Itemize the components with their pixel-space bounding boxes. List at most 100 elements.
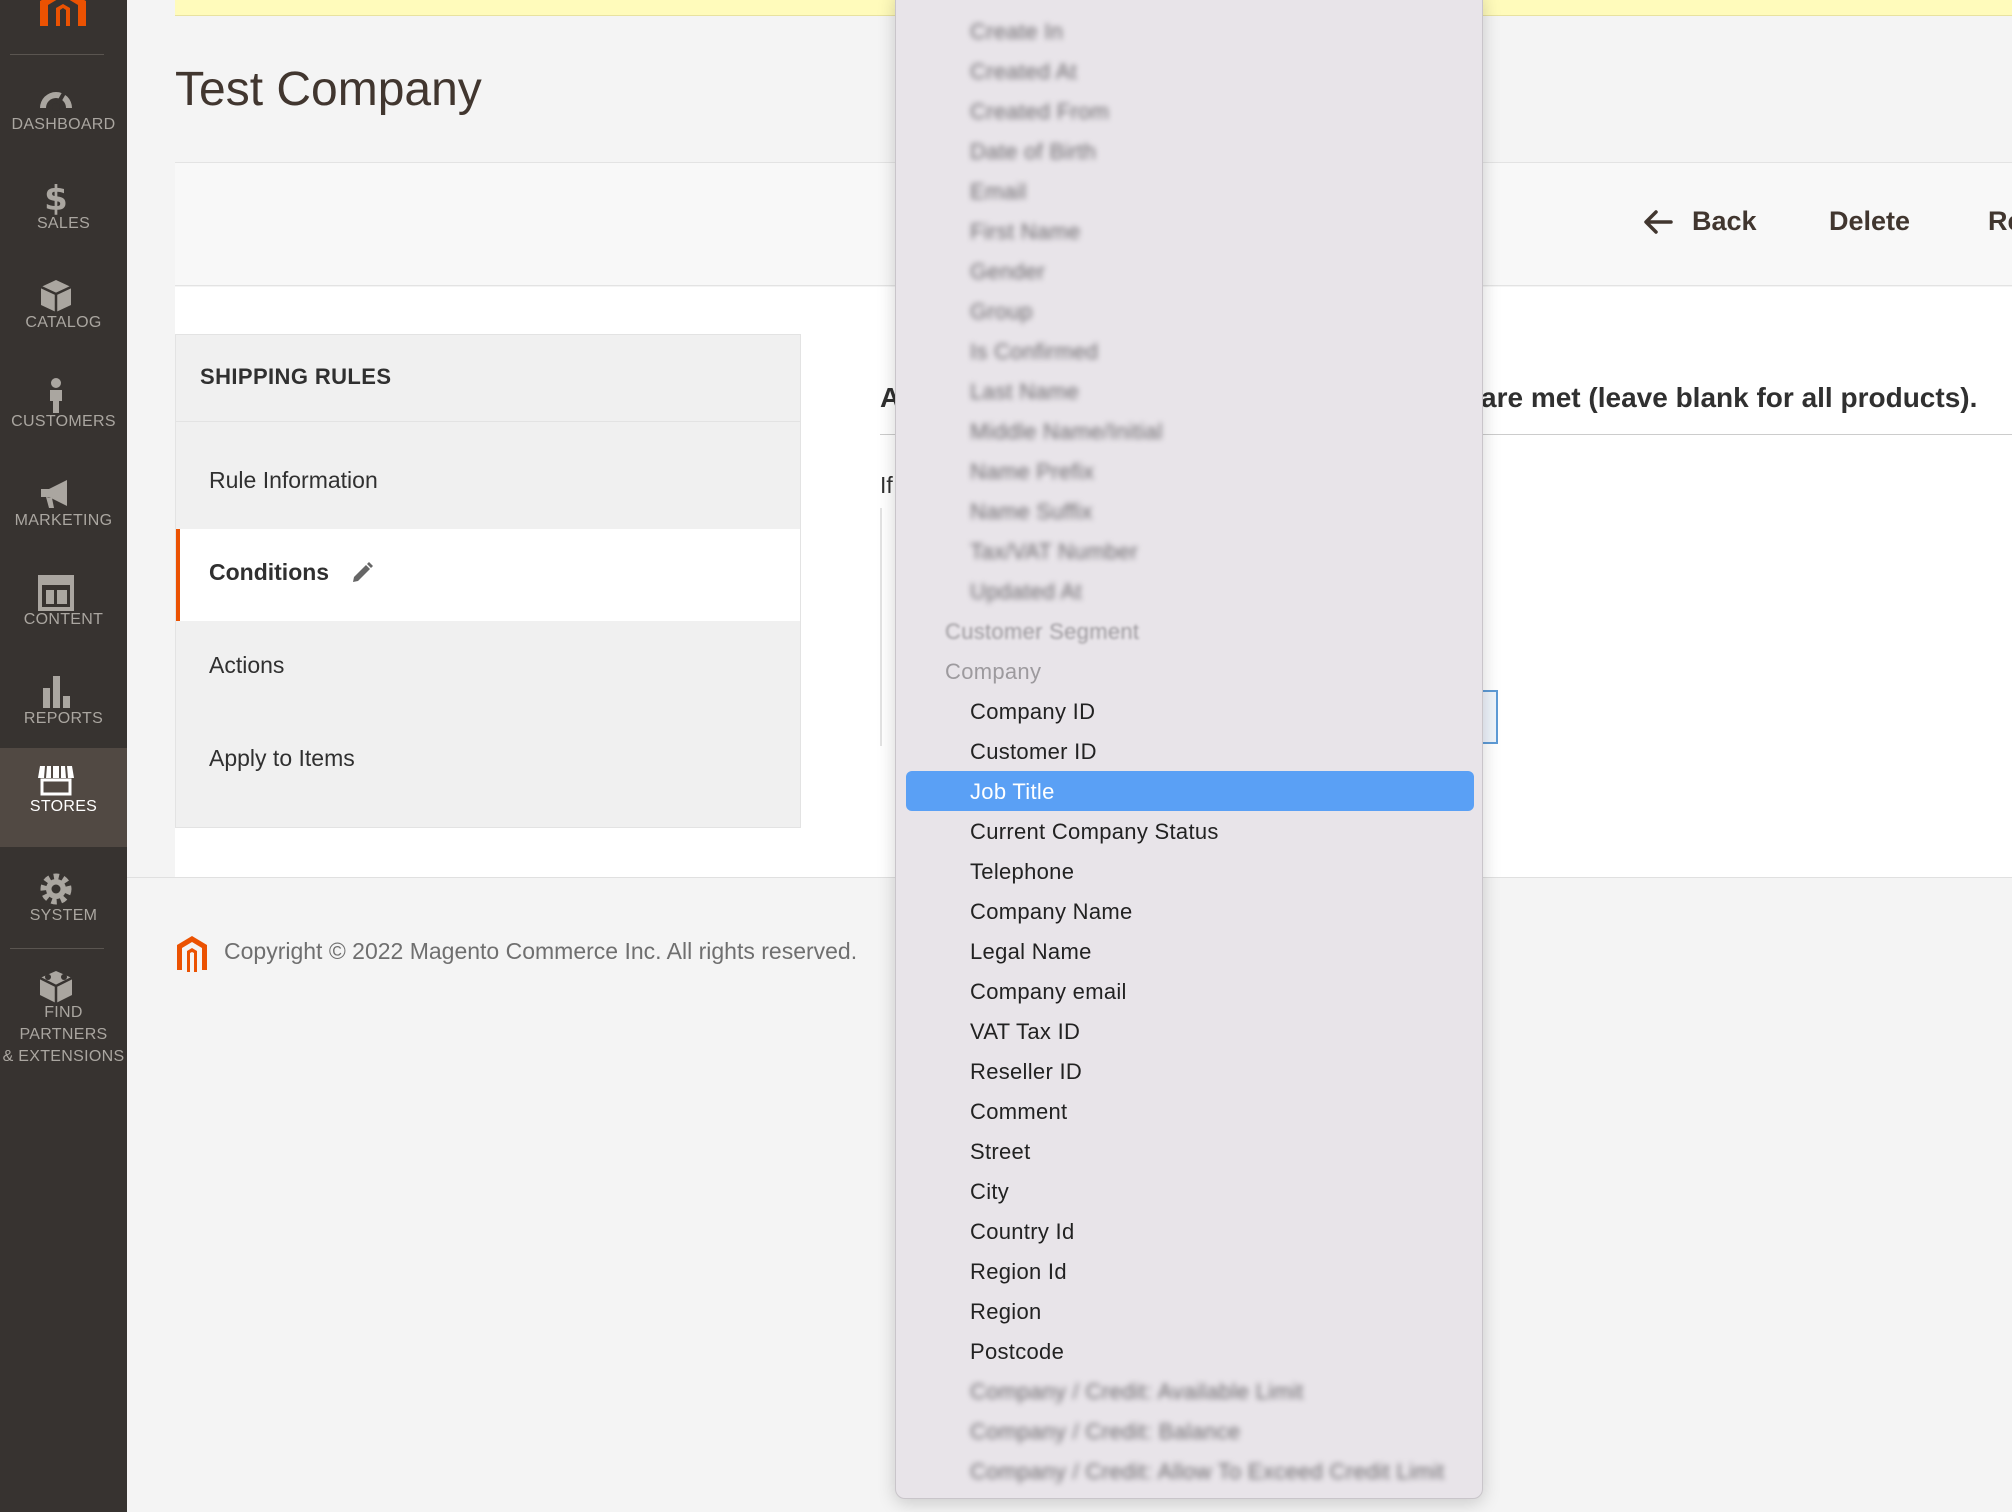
dropdown-option-label: Updated At xyxy=(970,579,1082,604)
dropdown-option[interactable]: Customer ID xyxy=(896,731,1482,771)
copyright-text: Copyright © 2022 Magento Commerce Inc. A… xyxy=(224,938,858,964)
nav-label: CATALOG xyxy=(25,314,102,331)
dropdown-option[interactable]: Tax/VAT Number xyxy=(896,531,1482,571)
dropdown-option[interactable]: Gender xyxy=(896,251,1482,291)
dropdown-option[interactable]: Region xyxy=(896,1291,1482,1331)
dropdown-option-label: VAT Tax ID xyxy=(970,1019,1081,1044)
dropdown-option[interactable]: VAT Tax ID xyxy=(896,1011,1482,1051)
nav-label-line: & EXTENSIONS xyxy=(2,1048,125,1065)
dashboard-icon xyxy=(40,92,72,111)
dropdown-option-label: Comment xyxy=(970,1099,1068,1124)
nav-label: FIND PARTNERS & EXTENSIONS xyxy=(0,1002,127,1068)
dropdown-option-label: Country Id xyxy=(970,1219,1075,1244)
dropdown-option[interactable]: Company email xyxy=(896,971,1482,1011)
dropdown-option[interactable]: Created From xyxy=(896,91,1482,131)
dollar-icon: $ xyxy=(44,179,68,215)
dropdown-option-label: Telephone xyxy=(970,859,1075,884)
dropdown-option[interactable]: Country Id xyxy=(896,1211,1482,1251)
dropdown-option[interactable]: Current Company Status xyxy=(896,811,1482,851)
dropdown-option-label: Company / Credit: Allow To Exceed Credit… xyxy=(970,1459,1445,1484)
reset-button[interactable]: Re xyxy=(1988,206,2012,237)
tabs-divider xyxy=(176,421,800,422)
tab-conditions[interactable]: Conditions xyxy=(176,529,800,621)
dropdown-option[interactable]: Company Name xyxy=(896,891,1482,931)
tab-label: Apply to Items xyxy=(209,745,355,771)
dropdown-option[interactable]: Company / Credit: Available Limit xyxy=(896,1371,1482,1411)
nav-label: STORES xyxy=(29,798,98,815)
dropdown-option-label: Company / Credit: Available Limit xyxy=(970,1379,1304,1404)
gear-icon xyxy=(40,873,72,905)
dropdown-option-label: Is Confirmed xyxy=(970,339,1099,364)
nav-find-partners[interactable]: FIND PARTNERS & EXTENSIONS xyxy=(0,955,127,1065)
dropdown-option-label: Tax/VAT Number xyxy=(970,539,1139,564)
delete-button[interactable]: Delete xyxy=(1829,206,1910,237)
dropdown-option-label: Region Id xyxy=(970,1259,1067,1284)
tab-actions[interactable]: Actions xyxy=(176,622,800,714)
dropdown-option-label: Job Title xyxy=(970,779,1055,804)
tab-label: Conditions xyxy=(209,559,330,585)
dropdown-option[interactable]: Group xyxy=(896,291,1482,331)
dropdown-option[interactable]: Updated At xyxy=(896,571,1482,611)
dropdown-option[interactable]: Is Confirmed xyxy=(896,331,1482,371)
dropdown-option-label: Company email xyxy=(970,979,1127,1004)
dropdown-option-label: Email xyxy=(970,179,1027,204)
condition-attribute-dropdown[interactable]: Create In Created At Created From Date of B… xyxy=(895,0,1483,1499)
dropdown-option[interactable]: Last Name xyxy=(896,371,1482,411)
dropdown-optgroup: Company xyxy=(896,651,1482,691)
dropdown-option[interactable]: Postcode xyxy=(896,1331,1482,1371)
dropdown-option-label: Name Suffix xyxy=(970,499,1093,524)
tab-apply-to-items[interactable]: Apply to Items xyxy=(176,715,800,807)
nav-label: SALES xyxy=(36,215,91,232)
dropdown-option[interactable]: Create In xyxy=(896,11,1482,51)
dropdown-option[interactable]: Name Prefix xyxy=(896,451,1482,491)
dropdown-option[interactable]: Job Title xyxy=(896,771,1482,811)
dropdown-option[interactable]: Street xyxy=(896,1131,1482,1171)
nav-system[interactable]: SYSTEM xyxy=(0,857,127,956)
nav-dashboard[interactable]: DASHBOARD xyxy=(0,66,127,165)
tabs-title: SHIPPING RULES xyxy=(200,364,392,389)
dropdown-option[interactable]: Company / Credit: Allow To Exceed Credit… xyxy=(896,1451,1482,1491)
dropdown-option[interactable]: Region Id xyxy=(896,1251,1482,1291)
dropdown-option[interactable]: Legal Name xyxy=(896,931,1482,971)
nav-stores[interactable]: STORES xyxy=(0,748,127,847)
nav-marketing[interactable]: MARKETING xyxy=(0,462,127,561)
dropdown-option[interactable]: Comment xyxy=(896,1091,1482,1131)
dropdown-option[interactable]: City xyxy=(896,1171,1482,1211)
dropdown-option-label: First Name xyxy=(970,219,1081,244)
tab-label: Rule Information xyxy=(209,467,378,493)
magento-logo[interactable] xyxy=(38,0,88,26)
dropdown-option[interactable]: Email xyxy=(896,171,1482,211)
dropdown-option-label: City xyxy=(970,1179,1010,1204)
layout-icon xyxy=(38,575,74,611)
nav-label: REPORTS xyxy=(23,710,104,727)
dropdown-option-label: Date of Birth xyxy=(970,139,1097,164)
dropdown-option-label: Create In xyxy=(970,19,1064,44)
dropdown-option[interactable]: Reseller ID xyxy=(896,1051,1482,1091)
person-icon xyxy=(50,378,62,413)
dropdown-option-label: Reseller ID xyxy=(970,1059,1083,1084)
nav-reports[interactable]: REPORTS xyxy=(0,660,127,759)
nav-customers[interactable]: CUSTOMERS xyxy=(0,363,127,462)
dropdown-option-label: Street xyxy=(970,1139,1031,1164)
dropdown-option[interactable]: Middle Name/Initial xyxy=(896,411,1482,451)
nav-content[interactable]: CONTENT xyxy=(0,561,127,660)
nav-sales[interactable]: $ SALES xyxy=(0,165,127,264)
dropdown-option-label: Postcode xyxy=(970,1339,1065,1364)
dropdown-option[interactable]: First Name xyxy=(896,211,1482,251)
dropdown-option-label: Company / Credit: Balance xyxy=(970,1419,1241,1444)
nav-catalog[interactable]: CATALOG xyxy=(0,264,127,363)
dropdown-option[interactable]: Date of Birth xyxy=(896,131,1482,171)
back-arrow-icon[interactable] xyxy=(1643,209,1673,235)
nav-label: DASHBOARD xyxy=(11,116,116,133)
page-title: Test Company xyxy=(175,63,482,116)
dropdown-option-label: Last Name xyxy=(970,379,1080,404)
tab-rule-information[interactable]: Rule Information xyxy=(176,437,800,529)
back-button[interactable]: Back xyxy=(1692,206,1757,237)
dropdown-option[interactable]: Company / Credit: Balance xyxy=(896,1411,1482,1451)
dropdown-option[interactable]: Created At xyxy=(896,51,1482,91)
dropdown-option[interactable]: Name Suffix xyxy=(896,491,1482,531)
dropdown-option-label: Created From xyxy=(970,99,1110,124)
dropdown-option[interactable]: Company ID xyxy=(896,691,1482,731)
dropdown-option[interactable]: Telephone xyxy=(896,851,1482,891)
admin-sidebar: DASHBOARD $ SALES CATALOG CUSTOMERS MARK… xyxy=(0,0,127,1512)
